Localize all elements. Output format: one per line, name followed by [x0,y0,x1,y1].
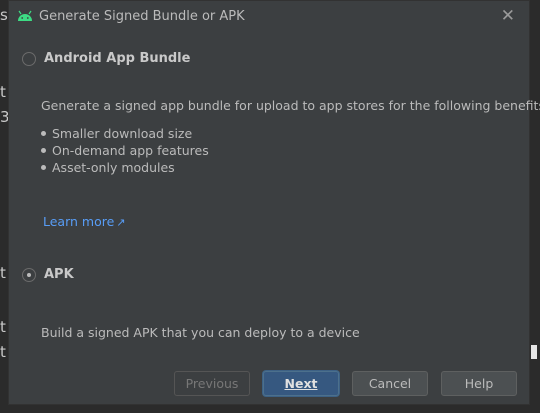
list-item: Smaller download size [41,125,209,142]
background-text-fragment: t [0,264,6,282]
cancel-button[interactable]: Cancel [352,371,428,396]
apk-description: Build a signed APK that you can deploy t… [41,325,360,340]
close-icon[interactable]: ✕ [501,6,515,26]
list-item: Asset-only modules [41,159,209,176]
background-ide-right [530,0,540,413]
radio-apk[interactable] [22,267,36,282]
benefits-list: Smaller download size On-demand app feat… [41,125,209,176]
next-button[interactable]: Next [263,371,339,396]
help-button[interactable]: Help [441,371,517,396]
bundle-description: Generate a signed app bundle for upload … [41,98,540,113]
learn-more-link[interactable]: Learn more ↗ [43,214,126,229]
background-scroll-mark [531,345,537,359]
android-icon [18,10,32,21]
dialog-titlebar: Generate Signed Bundle or APK ✕ [9,1,529,33]
option-label: APK [44,267,74,282]
option-label: Android App Bundle [44,51,191,66]
background-text-fragment: t [0,343,6,361]
background-text-fragment: s [0,6,8,24]
radio-android-app-bundle[interactable] [22,51,36,66]
bullet-icon [41,148,46,153]
option-apk[interactable]: APK [22,267,74,282]
external-link-icon: ↗ [116,216,126,229]
option-android-app-bundle[interactable]: Android App Bundle [22,51,190,66]
previous-button[interactable]: Previous [174,371,250,396]
background-text-fragment: t [0,318,6,336]
background-text-fragment: t [0,83,6,101]
list-item: On-demand app features [41,142,209,159]
bullet-icon [41,165,46,170]
generate-signed-bundle-dialog: Generate Signed Bundle or APK ✕ Android … [8,0,540,405]
bullet-icon [41,131,46,136]
dialog-title: Generate Signed Bundle or APK [39,9,245,24]
